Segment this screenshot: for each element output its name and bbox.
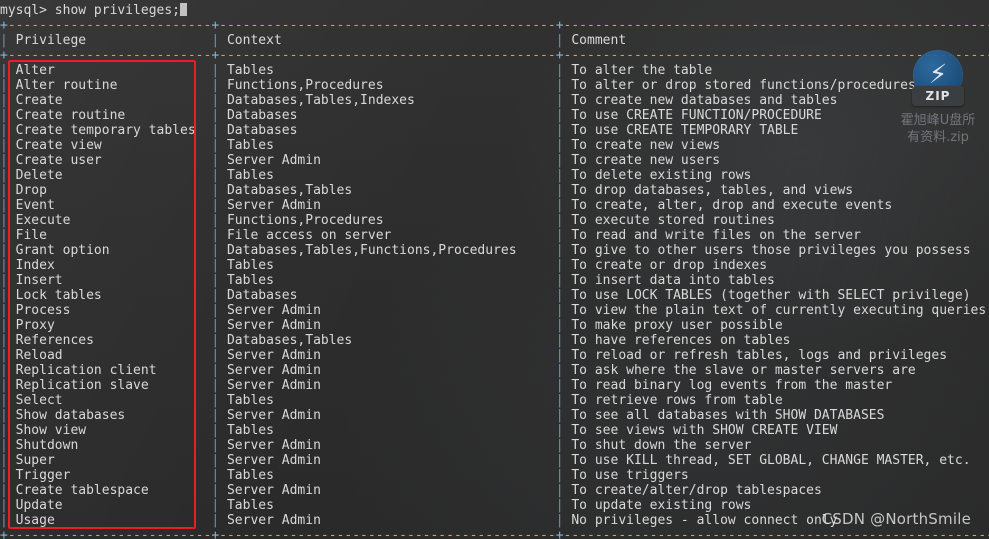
table-row: | Create view | Tables | To create new v… [0,138,989,153]
table-row: | Super | Server Admin | To use KILL thr… [0,453,989,468]
table-row: | Proxy | Server Admin | To make proxy u… [0,318,989,333]
table-row: | Usage | Server Admin | No privileges -… [0,513,989,528]
table-row: | Show databases | Server Admin | To see… [0,408,989,423]
table-row: | Update | Tables | To update existing r… [0,498,989,513]
prompt-line: mysql> show privileges; [0,3,989,18]
terminal-window[interactable]: mysql> show privileges; +----------------… [0,0,989,539]
table-row: | Replication slave | Server Admin | To … [0,378,989,393]
table-row: | Trigger | Tables | To use triggers | [0,468,989,483]
table-row: | Create tablespace | Server Admin | To … [0,483,989,498]
table-header-row: | Privilege | Context | Comment | [0,33,989,48]
table-rule-bottom: +--------------------------+------------… [0,528,989,539]
table-row: | Drop | Databases,Tables | To drop data… [0,183,989,198]
table-row: | Create user | Server Admin | To create… [0,153,989,168]
table-row: | Index | Tables | To create or drop ind… [0,258,989,273]
table-row: | Grant option | Databases,Tables,Functi… [0,243,989,258]
terminal-output: mysql> show privileges; +----------------… [0,0,989,539]
table-row: | Create | Databases,Tables,Indexes | To… [0,93,989,108]
table-row: | Reload | Server Admin | To reload or r… [0,348,989,363]
table-row: | Create temporary tables | Databases | … [0,123,989,138]
table-row: | Event | Server Admin | To create, alte… [0,198,989,213]
table-row: | File | File access on server | To read… [0,228,989,243]
table-row: | Replication client | Server Admin | To… [0,363,989,378]
table-row: | Create routine | Databases | To use CR… [0,108,989,123]
table-row: | Alter | Tables | To alter the table | [0,63,989,78]
table-rule-top: +--------------------------+------------… [0,18,989,33]
text-cursor [180,3,188,16]
table-row: | Process | Server Admin | To view the p… [0,303,989,318]
table-rule-header: +--------------------------+------------… [0,48,989,63]
table-row: | Delete | Tables | To delete existing r… [0,168,989,183]
table-row: | Alter routine | Functions,Procedures |… [0,78,989,93]
table-row: | Show view | Tables | To see views with… [0,423,989,438]
table-row: | References | Databases,Tables | To hav… [0,333,989,348]
table-row: | Shutdown | Server Admin | To shut down… [0,438,989,453]
table-row: | Select | Tables | To retrieve rows fro… [0,393,989,408]
table-row: | Insert | Tables | To insert data into … [0,273,989,288]
table-row: | Lock tables | Databases | To use LOCK … [0,288,989,303]
table-row: | Execute | Functions,Procedures | To ex… [0,213,989,228]
